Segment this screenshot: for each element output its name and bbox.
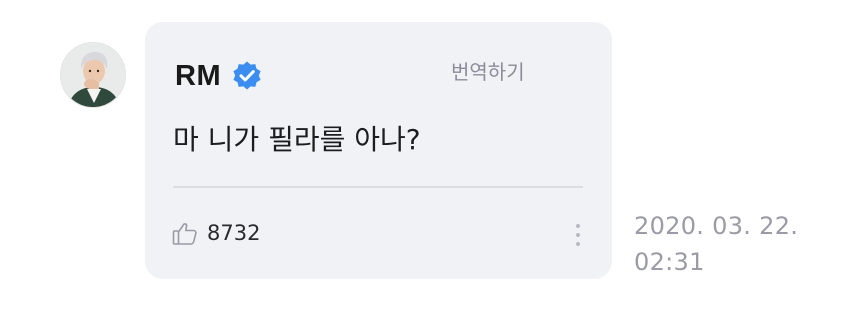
comment-timestamp: 2020. 03. 22. 02:31: [634, 208, 798, 280]
comment-bubble: RM 번역하기 마 니가 필라를 아나? 8732: [145, 22, 612, 279]
author-name[interactable]: RM: [175, 60, 221, 93]
divider: [173, 186, 583, 188]
avatar[interactable]: [60, 42, 126, 108]
author-row: RM: [175, 58, 263, 94]
like-button[interactable]: 8732: [171, 218, 260, 248]
like-count: 8732: [207, 221, 261, 245]
more-options-button[interactable]: [571, 220, 585, 250]
more-vertical-icon: [576, 224, 580, 246]
avatar-image: [61, 43, 125, 107]
translate-button[interactable]: 번역하기: [451, 56, 525, 85]
verified-badge-icon: [231, 60, 263, 92]
timestamp-date: 2020. 03. 22.: [634, 212, 799, 240]
timestamp-time: 02:31: [634, 248, 705, 276]
comment-text: 마 니가 필라를 아나?: [173, 123, 421, 156]
thumbs-up-icon: [171, 219, 199, 247]
comment-thread: RM 번역하기 마 니가 필라를 아나? 8732 2020. 03. 22. …: [0, 0, 863, 312]
